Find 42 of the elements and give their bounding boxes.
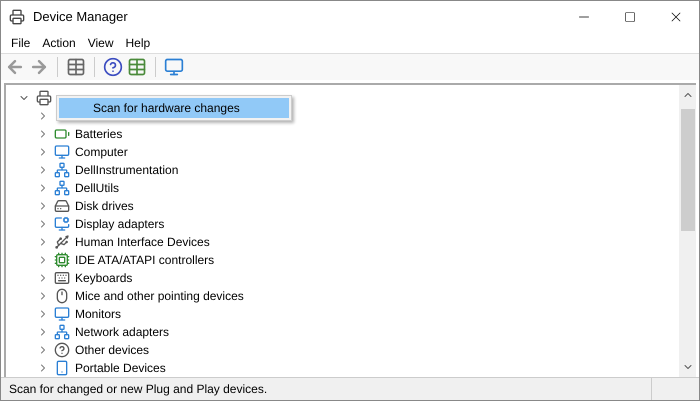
tree-item[interactable]: DellUtils <box>75 179 120 197</box>
network-icon <box>54 162 70 178</box>
display-adapter-icon <box>54 216 70 232</box>
status-text: Scan for changed or new Plug and Play devices. <box>8 381 268 398</box>
tree-item[interactable]: Network adapters <box>75 323 170 341</box>
forward-arrow-icon[interactable] <box>29 57 49 77</box>
tree-item[interactable]: Disk drives <box>75 197 134 215</box>
tree-item[interactable]: Mice and other pointing devices <box>75 287 244 305</box>
network-icon <box>54 180 70 196</box>
back-arrow-icon[interactable] <box>5 57 25 77</box>
maximize-icon[interactable] <box>624 10 636 22</box>
unknown-device-icon <box>54 342 70 358</box>
menu-item[interactable]: File <box>5 34 36 52</box>
scrollbar-thumb[interactable] <box>680 109 694 231</box>
tree-item[interactable]: Display adapters <box>75 215 164 233</box>
tree-item[interactable]: DellInstrumentation <box>75 161 178 179</box>
tree-item[interactable]: IDE ATA/ATAPI controllers <box>75 251 214 269</box>
tree-item[interactable]: Batteries <box>75 125 122 143</box>
disk-drive-icon <box>54 198 70 214</box>
tree-item[interactable]: Computer <box>75 143 128 161</box>
keyboard-icon <box>54 270 70 286</box>
tree-item[interactable]: Human Interface Devices <box>75 233 210 251</box>
monitor-icon[interactable] <box>164 57 184 77</box>
mouse-icon <box>54 288 70 304</box>
menu-item[interactable]: View <box>82 34 120 52</box>
menu-item[interactable]: Help <box>120 34 156 52</box>
portable-device-icon <box>54 360 70 376</box>
tree-item[interactable]: Portable Devices <box>75 359 166 377</box>
menu-item[interactable]: Scan for hardware changes <box>59 98 289 118</box>
scrollbar[interactable] <box>679 85 696 377</box>
table-icon[interactable] <box>127 57 147 77</box>
monitor-icon <box>54 144 70 160</box>
tree-item[interactable]: Other devices <box>75 341 150 359</box>
controller-icon <box>54 252 70 268</box>
properties-icon[interactable] <box>66 57 86 77</box>
monitor-icon <box>54 306 70 322</box>
network-icon <box>54 324 70 340</box>
menu-item[interactable]: Action <box>36 34 82 52</box>
tree-item[interactable]: Monitors <box>75 305 122 323</box>
help-icon[interactable] <box>103 57 123 77</box>
tree-item[interactable]: Keyboards <box>75 269 132 287</box>
window-title: Device Manager <box>33 8 128 26</box>
